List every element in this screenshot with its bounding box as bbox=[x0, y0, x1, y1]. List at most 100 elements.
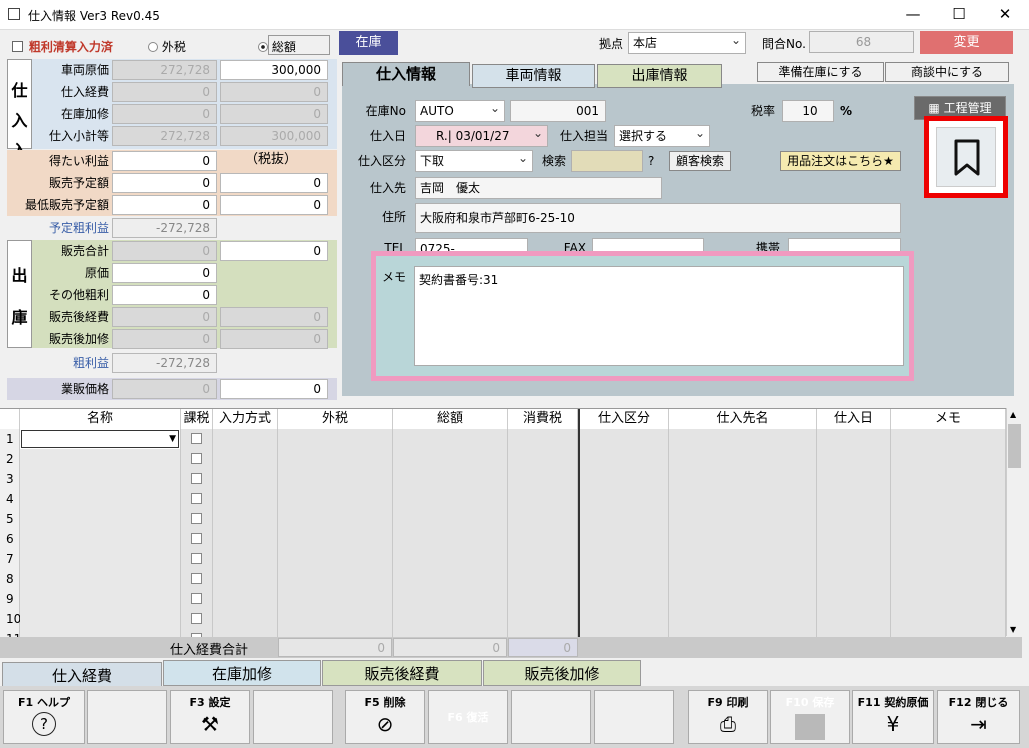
grid-tax-checkbox[interactable] bbox=[191, 553, 202, 564]
grid-cell[interactable] bbox=[669, 469, 817, 489]
grid-cell[interactable] bbox=[891, 429, 1006, 449]
customer-search-button[interactable]: 顧客検索 bbox=[669, 151, 731, 171]
grid-cell[interactable] bbox=[508, 449, 578, 469]
tab-post-sale-expense[interactable]: 販売後経費 bbox=[322, 660, 482, 686]
grid-cell[interactable] bbox=[580, 569, 669, 589]
grid-cell[interactable] bbox=[669, 549, 817, 569]
purchase-row-v2[interactable]: 300,000 bbox=[220, 60, 328, 80]
grid-cell[interactable] bbox=[580, 469, 669, 489]
grid-cell[interactable] bbox=[508, 489, 578, 509]
radio-tax-ex[interactable]: 外税 bbox=[148, 38, 186, 55]
grid-header[interactable]: 総額 bbox=[393, 409, 508, 429]
grid-cell[interactable] bbox=[20, 509, 181, 529]
grid-cell[interactable] bbox=[213, 429, 278, 449]
negotiating-button[interactable]: 商談中にする bbox=[885, 62, 1009, 82]
f3-settings-button[interactable]: F3 設定 ⚒ bbox=[170, 690, 250, 744]
grid-cell[interactable] bbox=[213, 489, 278, 509]
grid-cell[interactable] bbox=[508, 569, 578, 589]
grid-cell[interactable] bbox=[181, 549, 213, 569]
out-row-v2[interactable]: 0 bbox=[220, 329, 328, 349]
grid-cell[interactable] bbox=[508, 609, 578, 629]
supplier-field[interactable]: 吉岡 優太 bbox=[415, 177, 662, 199]
grid-header[interactable]: 入力方式 bbox=[213, 409, 278, 429]
table-row[interactable]: 1 ▼ bbox=[0, 429, 1006, 449]
settled-checkbox[interactable]: 粗利清算入力済 bbox=[12, 38, 113, 55]
grid-cell[interactable] bbox=[393, 589, 508, 609]
grid-cell[interactable] bbox=[213, 609, 278, 629]
grid-cell[interactable] bbox=[278, 589, 393, 609]
purchase-row-v2[interactable]: 300,000 bbox=[220, 126, 328, 146]
tab-purchase-info[interactable]: 仕入情報 bbox=[342, 62, 470, 86]
checkbox-box[interactable] bbox=[12, 41, 23, 52]
grid-cell[interactable] bbox=[817, 609, 891, 629]
grid-cell[interactable] bbox=[669, 529, 817, 549]
grid-cell[interactable] bbox=[393, 449, 508, 469]
grid-cell[interactable] bbox=[580, 609, 669, 629]
grid-header[interactable]: メモ bbox=[891, 409, 1006, 429]
grid-cell[interactable] bbox=[580, 509, 669, 529]
grid-cell[interactable] bbox=[891, 449, 1006, 469]
f10-save-button[interactable]: F10 保存 bbox=[770, 690, 850, 744]
f5-delete-button[interactable]: F5 削除 ⊘ bbox=[345, 690, 425, 744]
grid-cell[interactable] bbox=[817, 489, 891, 509]
profit-row-v1[interactable]: 0 bbox=[112, 173, 217, 193]
grid-cell[interactable] bbox=[393, 509, 508, 529]
memo-textarea[interactable]: 契約書番号:31 bbox=[414, 266, 904, 366]
table-row[interactable]: 9 bbox=[0, 589, 1006, 609]
grid-cell[interactable] bbox=[213, 469, 278, 489]
f9-print-button[interactable]: F9 印刷 ⎙ bbox=[688, 690, 768, 744]
f6-restore-button[interactable]: F6 復活 bbox=[428, 690, 508, 744]
grid-cell[interactable] bbox=[393, 549, 508, 569]
grid-cell[interactable] bbox=[891, 489, 1006, 509]
grid-tax-checkbox[interactable] bbox=[191, 493, 202, 504]
grid-cell[interactable] bbox=[669, 429, 817, 449]
grid-tax-checkbox[interactable] bbox=[191, 533, 202, 544]
grid-cell[interactable] bbox=[278, 469, 393, 489]
grid-tax-checkbox[interactable] bbox=[191, 453, 202, 464]
out-row-v1[interactable]: 0 bbox=[112, 285, 217, 305]
purchase-row-v1[interactable]: 0 bbox=[112, 104, 217, 124]
grid-cell[interactable] bbox=[580, 429, 669, 449]
search-help[interactable]: ? bbox=[648, 154, 654, 168]
grid-cell[interactable] bbox=[181, 529, 213, 549]
grid-tax-checkbox[interactable] bbox=[191, 473, 202, 484]
out-row-v1[interactable]: 0 bbox=[112, 329, 217, 349]
grid-header[interactable]: 仕入区分 bbox=[580, 409, 669, 429]
grid-cell[interactable] bbox=[181, 509, 213, 529]
grid-cell[interactable] bbox=[393, 429, 508, 449]
grid-cell[interactable] bbox=[817, 529, 891, 549]
bookmark-button[interactable] bbox=[936, 127, 996, 187]
profit-row-v1[interactable]: 0 bbox=[112, 151, 217, 171]
dealer-price-v2[interactable]: 0 bbox=[220, 379, 328, 399]
grid-cell[interactable] bbox=[213, 549, 278, 569]
grid-cell[interactable] bbox=[181, 609, 213, 629]
table-row[interactable]: 4 bbox=[0, 489, 1006, 509]
purchase-row-v1[interactable]: 0 bbox=[112, 82, 217, 102]
grid-cell[interactable] bbox=[20, 549, 181, 569]
purchase-row-v1[interactable]: 272,728 bbox=[112, 60, 217, 80]
grid-scrollbar[interactable]: ▲ ▼ bbox=[1006, 408, 1022, 636]
grid-cell[interactable] bbox=[817, 569, 891, 589]
grid-cell[interactable]: ▼ bbox=[20, 429, 181, 449]
grid-cell[interactable] bbox=[891, 569, 1006, 589]
table-row[interactable]: 10 bbox=[0, 609, 1006, 629]
order-button[interactable]: 用品注文はこちら★ bbox=[780, 151, 901, 171]
grid-cell[interactable] bbox=[580, 449, 669, 469]
address-field[interactable]: 大阪府和泉市芦部町6-25-10 bbox=[415, 203, 901, 233]
profit-row-v2[interactable]: 0 bbox=[220, 195, 328, 215]
tab-purchase-expense[interactable]: 仕入経費 bbox=[2, 662, 162, 688]
stock-no-mode-select[interactable]: AUTO bbox=[415, 98, 505, 122]
grid-cell[interactable] bbox=[181, 429, 213, 449]
grid-cell[interactable] bbox=[669, 609, 817, 629]
grid-cell[interactable] bbox=[278, 549, 393, 569]
out-row-v1[interactable]: 0 bbox=[112, 263, 217, 283]
stock-no-field[interactable]: 001 bbox=[510, 100, 606, 122]
grid-cell[interactable] bbox=[278, 529, 393, 549]
grid-cell[interactable] bbox=[817, 449, 891, 469]
grid-scroll-thumb[interactable] bbox=[1008, 424, 1021, 468]
out-row-v2[interactable]: 0 bbox=[220, 307, 328, 327]
grid-cell[interactable] bbox=[508, 589, 578, 609]
grid-header[interactable]: 仕入先名 bbox=[669, 409, 817, 429]
grid-cell[interactable] bbox=[508, 509, 578, 529]
grid-cell[interactable] bbox=[393, 569, 508, 589]
